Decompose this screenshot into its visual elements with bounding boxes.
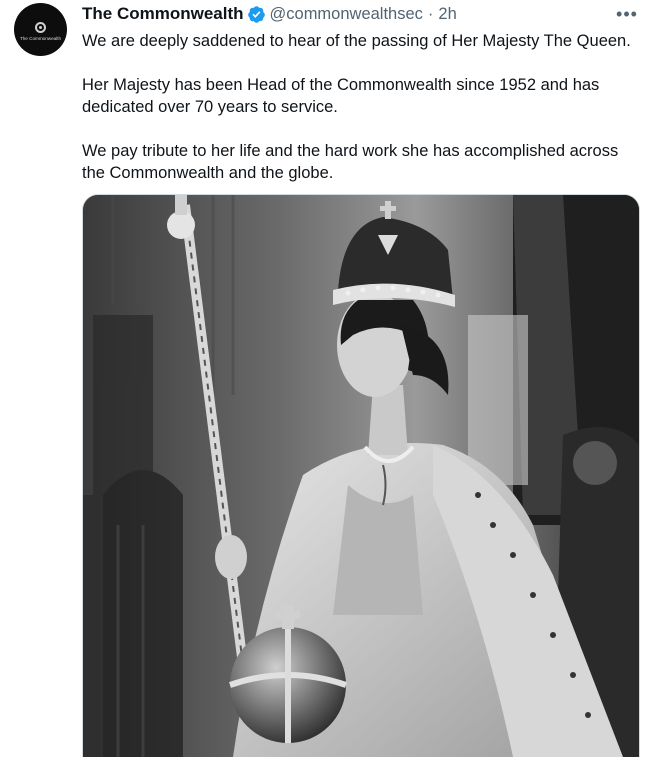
verified-badge-icon [247,5,266,24]
tweet-paragraph: We are deeply saddened to hear of the pa… [82,32,631,50]
tweet-paragraph: Her Majesty has been Head of the Commonw… [82,76,600,116]
separator: · [427,4,434,23]
tweet[interactable]: The Commonwealth The Commonwealth @commo… [0,0,659,757]
avatar-logo-text: The Commonwealth [19,36,62,41]
tweet-text: We are deeply saddened to hear of the pa… [82,30,642,206]
coronation-photo-image [83,195,639,757]
avatar[interactable]: The Commonwealth [14,3,67,56]
handle[interactable]: @commonwealthsec [270,5,423,24]
display-name[interactable]: The Commonwealth [82,4,244,24]
tweet-photo[interactable] [82,194,640,757]
more-options-icon[interactable]: ••• [614,3,640,25]
tweet-paragraph: We pay tribute to her life and the hard … [82,142,619,182]
commonwealth-logo-icon [35,22,46,33]
timestamp[interactable]: 2h [438,5,456,24]
tweet-header: The Commonwealth @commonwealthsec · 2h [82,3,457,25]
